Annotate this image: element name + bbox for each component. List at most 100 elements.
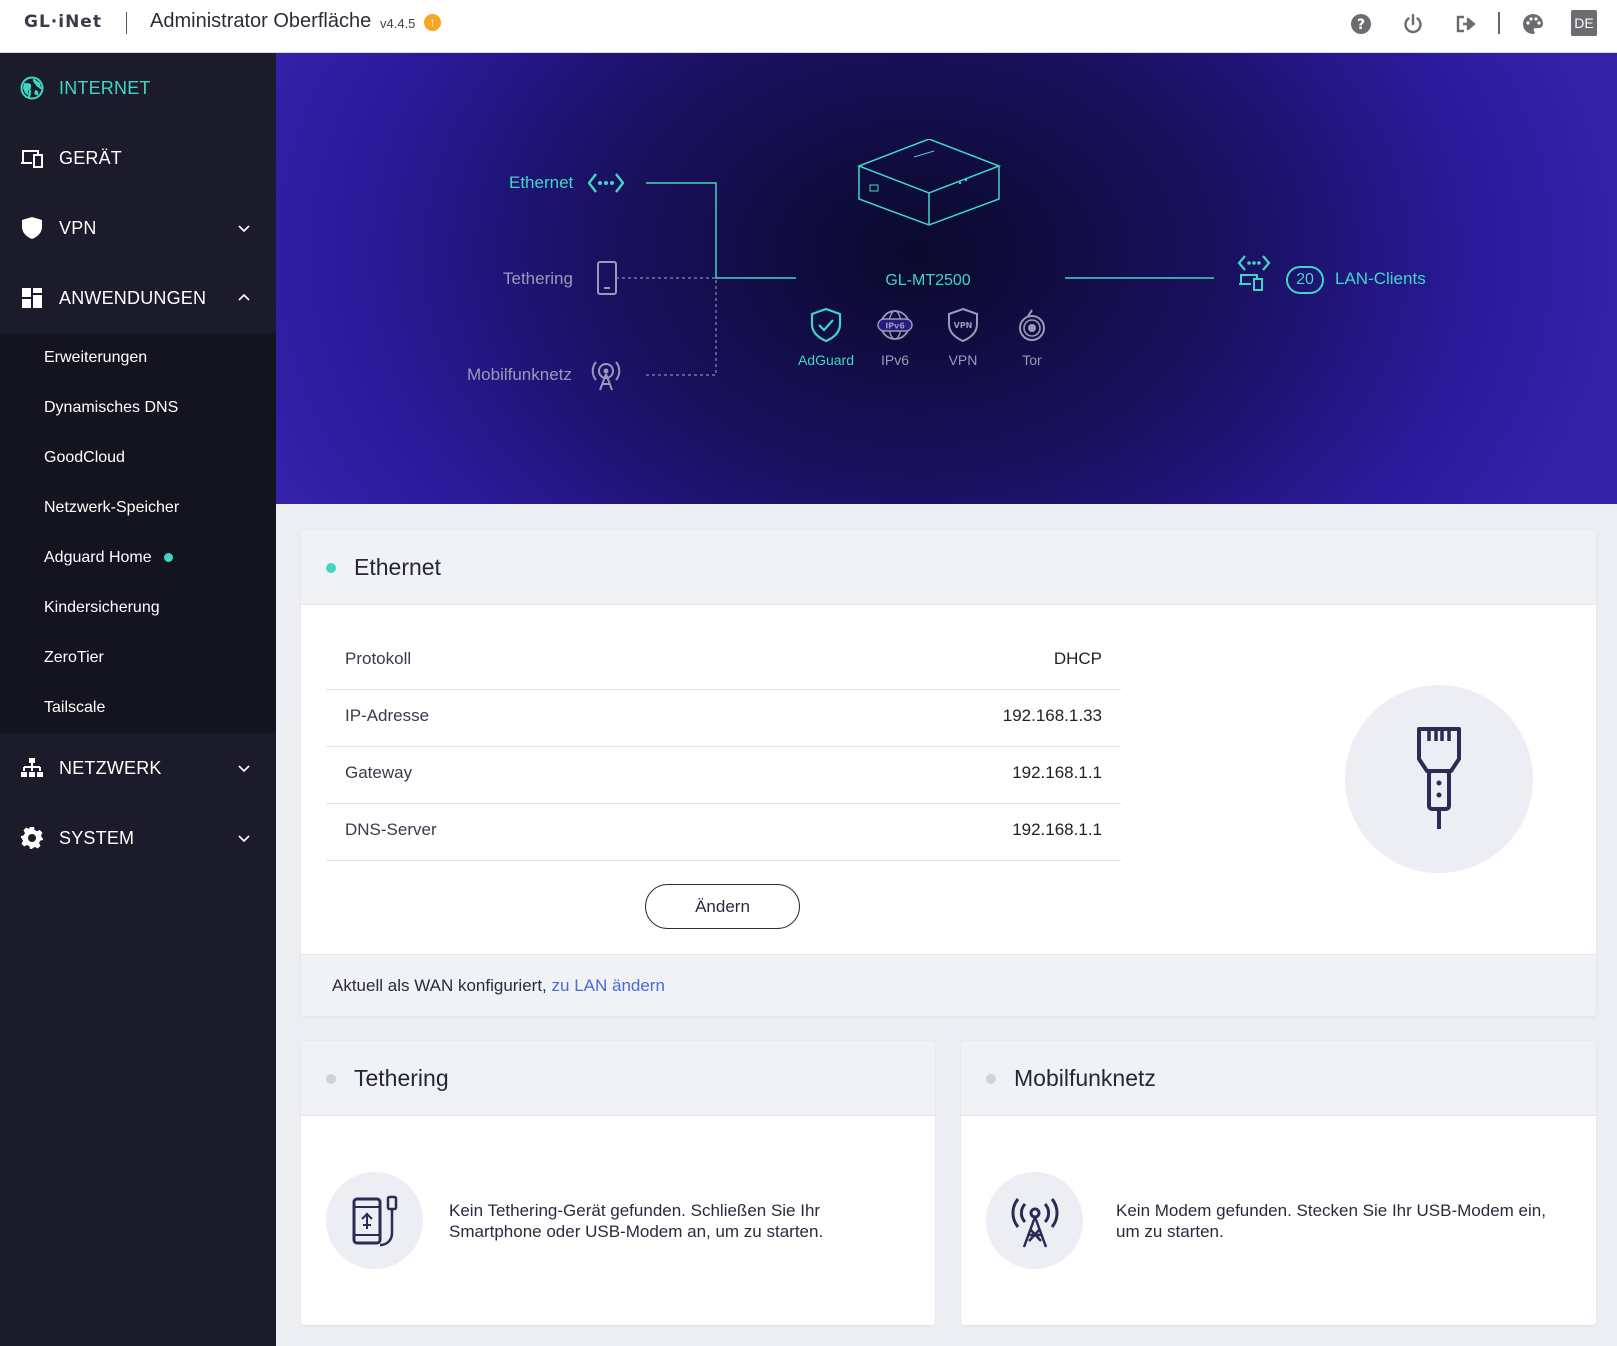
row-key: Gateway (345, 763, 413, 782)
message-line: um zu starten. (1116, 1222, 1224, 1241)
submenu-item-ddns[interactable]: Dynamisches DNS (44, 399, 178, 417)
submenu-item-goodcloud[interactable]: GoodCloud (44, 449, 125, 467)
chevron-down-icon (238, 765, 250, 773)
ethernet-source-label[interactable]: Ethernet (509, 173, 573, 193)
card-title: Mobilfunknetz (1014, 1065, 1156, 1091)
vpn-badge-text: VPN (954, 321, 973, 330)
phone-usb-icon (352, 1195, 397, 1246)
power-icon[interactable] (1401, 12, 1425, 36)
phone-icon[interactable] (590, 259, 624, 297)
wan-status-text: Aktuell als WAN konfiguriert, zu LAN änd… (332, 976, 665, 996)
sidebar-item-vpn[interactable]: VPN (0, 193, 276, 263)
table-row: Protokoll DHCP (326, 633, 1121, 690)
cell-tower-icon[interactable] (588, 355, 624, 393)
card-header: Mobilfunknetz (961, 1041, 1596, 1116)
row-value: DHCP (1053, 649, 1102, 668)
switch-to-lan-link[interactable]: zu LAN ändern (552, 976, 665, 995)
feature-ipv6[interactable]: IPv6 IPv6 (860, 306, 930, 368)
app-title: Administrator Oberfläche (150, 10, 372, 32)
feature-label: VPN (948, 352, 978, 368)
sidebar-item-label: GERÄT (59, 147, 123, 168)
submenu-item-adguard-home[interactable]: Adguard Home (44, 549, 173, 567)
status-dot (986, 1074, 996, 1084)
submenu-item-label: Adguard Home (44, 549, 152, 566)
submenu-item-tailscale[interactable]: Tailscale (44, 699, 105, 717)
tethering-card: Tethering Kein Tethering-Gerät gefunden.… (301, 1041, 935, 1325)
help-icon[interactable]: ? (1349, 12, 1373, 36)
submenu-item-network-storage[interactable]: Netzwerk-Speicher (44, 499, 179, 517)
mobile-network-card: Mobilfunknetz Kein Modem gefunden. Steck… (961, 1041, 1596, 1325)
change-button[interactable]: Ändern (645, 884, 800, 929)
router-device-image (856, 139, 1002, 235)
chevron-up-icon (238, 293, 250, 301)
ethernet-icon[interactable] (586, 169, 626, 197)
submenu-item-plugins[interactable]: Erweiterungen (44, 349, 147, 367)
sidebar-item-device[interactable]: GERÄT (0, 123, 276, 193)
no-device-message: Kein Tethering-Gerät gefunden. Schließen… (449, 1200, 823, 1242)
no-modem-message: Kein Modem gefunden. Stecken Sie Ihr USB… (1116, 1200, 1546, 1242)
card-header: Tethering (301, 1041, 935, 1116)
chevron-down-icon (238, 835, 250, 843)
logout-icon[interactable] (1454, 12, 1478, 36)
tor-onion-icon (997, 306, 1067, 344)
ipv6-badge-text: IPv6 (885, 322, 905, 331)
feature-label: IPv6 (880, 352, 909, 368)
message-line: Kein Tethering-Gerät gefunden. Schließen… (449, 1201, 821, 1220)
sidebar-item-internet[interactable]: INTERNET (0, 53, 276, 123)
row-key: Protokoll (345, 649, 412, 668)
antenna-tower-icon (1010, 1197, 1059, 1247)
ethernet-card: Ethernet Protokoll DHCP IP-Adresse 192.1… (301, 530, 1596, 1016)
feature-label: Tor (1022, 352, 1042, 368)
row-value: 192.168.1.1 (1012, 763, 1102, 782)
sidebar-item-label: SYSTEM (59, 827, 135, 848)
row-value: 192.168.1.33 (1002, 706, 1102, 725)
sidebar-item-system[interactable]: SYSTEM (0, 803, 276, 873)
submenu-item-zerotier[interactable]: ZeroTier (44, 649, 104, 667)
table-row: IP-Adresse 192.168.1.33 (326, 690, 1121, 747)
status-dot (163, 553, 173, 563)
sidebar-item-label: ANWENDUNGEN (59, 287, 207, 308)
tethering-source-label[interactable]: Tethering (503, 269, 573, 289)
language-button[interactable]: DE (1571, 10, 1597, 36)
sidebar-item-label: INTERNET (59, 77, 151, 98)
header-divider (126, 12, 127, 34)
applications-submenu: Erweiterungen Dynamisches DNS GoodCloud … (0, 333, 276, 733)
top-bar: GL·iNet Administrator Oberfläche v4.4.5 … (0, 0, 1617, 53)
sidebar-item-network[interactable]: NETZWERK (0, 733, 276, 803)
sidebar: INTERNET GERÄT VPN ANWENDUNGEN Erweiteru… (0, 53, 276, 1346)
lan-clients-icon[interactable] (1236, 253, 1272, 293)
card-title: Tethering (354, 1065, 449, 1091)
ipv6-globe-icon: IPv6 (860, 306, 930, 344)
card-footer: Aktuell als WAN konfiguriert, zu LAN änd… (301, 954, 1596, 1016)
device-model-label: GL-MT2500 (885, 272, 971, 289)
network-topology: Ethernet Tethering Mobilfunknetz GL-MT25… (276, 53, 1617, 504)
sidebar-item-applications[interactable]: ANWENDUNGEN (0, 263, 276, 333)
lan-clients-label[interactable]: LAN-Clients (1335, 269, 1426, 289)
globe-icon (19, 75, 45, 101)
shield-icon (19, 215, 45, 241)
network-icon (19, 755, 45, 781)
feature-vpn[interactable]: VPN VPN (928, 306, 998, 368)
gear-icon (19, 825, 45, 851)
upgrade-icon[interactable]: ↑ (424, 14, 441, 31)
lan-client-count[interactable]: 20 (1286, 266, 1324, 294)
theme-icon[interactable] (1521, 12, 1545, 36)
feature-tor[interactable]: Tor (997, 306, 1067, 368)
svg-text:?: ? (1357, 17, 1365, 33)
devices-icon (19, 145, 45, 171)
submenu-item-parental-control[interactable]: Kindersicherung (44, 599, 160, 617)
gl-inet-logo[interactable]: GL·iNet (24, 12, 102, 32)
mobile-illustration (986, 1172, 1083, 1269)
version-label: v4.4.5 (380, 16, 416, 31)
feature-adguard[interactable]: AdGuard (791, 306, 861, 368)
mobile-source-label[interactable]: Mobilfunknetz (467, 365, 572, 385)
ethernet-info-table: Protokoll DHCP IP-Adresse 192.168.1.33 G… (326, 633, 1121, 861)
message-line: Smartphone oder USB-Modem an, um zu star… (449, 1222, 824, 1241)
vpn-shield-icon: VPN (928, 306, 998, 344)
message-line: Kein Modem gefunden. Stecken Sie Ihr USB… (1116, 1201, 1546, 1220)
card-title: Ethernet (354, 554, 441, 580)
chevron-down-icon (238, 225, 250, 233)
apps-icon (19, 285, 45, 311)
ethernet-plug-illustration (1345, 685, 1533, 873)
footer-text: Aktuell als WAN konfiguriert, (332, 976, 547, 995)
